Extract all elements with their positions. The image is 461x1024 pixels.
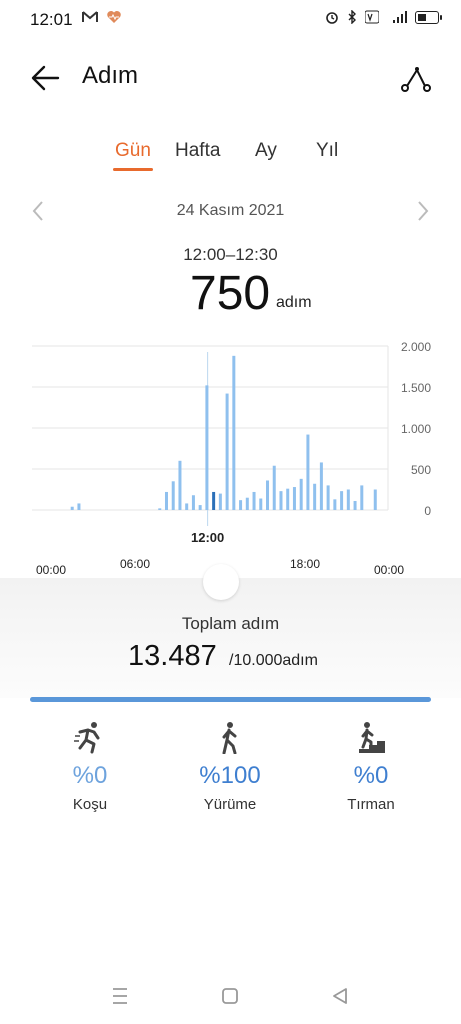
chart-bar[interactable] (245, 497, 249, 510)
page-title: Adım (82, 62, 139, 89)
y-tick-label: 500 (411, 463, 431, 477)
chart-bar[interactable] (353, 500, 357, 510)
date-label: 24 Kasım 2021 (176, 202, 285, 219)
chart-bar[interactable] (292, 487, 296, 510)
running-label: Koşu (72, 796, 108, 813)
chart-bar[interactable] (239, 500, 243, 510)
chart-bar[interactable] (333, 499, 337, 510)
chart-bar[interactable] (191, 495, 195, 510)
steps-bar-chart[interactable]: 2.000 1.500 1.000 500 0 12:00 00:00 06:00 18:00 0… (0, 330, 461, 580)
chart-bar[interactable] (340, 491, 344, 510)
chart-bar[interactable] (158, 508, 162, 510)
selected-time-label: 12:00 (191, 530, 224, 545)
route-icon[interactable] (397, 60, 433, 96)
chart-bar[interactable] (164, 491, 168, 510)
chart-bar[interactable] (272, 465, 276, 510)
chart-bar[interactable] (77, 503, 81, 510)
goal-progress-fill (30, 697, 431, 702)
battery-icon (415, 10, 442, 24)
chart-bar[interactable] (286, 488, 290, 510)
y-tick-label: 0 (424, 504, 431, 518)
status-right-icons (325, 10, 442, 24)
running-percent: %0 (72, 762, 108, 789)
home-square-icon[interactable] (214, 984, 246, 1008)
chart-bar[interactable] (218, 493, 222, 510)
x-tick-label: 18:00 (290, 557, 320, 571)
goal-progress-bar (30, 697, 431, 702)
signal-4g-icon (393, 11, 407, 23)
volte-icon (365, 10, 379, 24)
status-left-icons (82, 10, 122, 24)
chart-bar[interactable] (346, 489, 350, 511)
walking-label: Yürüme (203, 796, 257, 813)
gmail-icon (82, 11, 98, 22)
climbing-label: Tırman (347, 796, 395, 813)
tab-week[interactable]: Hafta (175, 140, 220, 162)
chart-bar[interactable] (360, 485, 364, 510)
period-tabs: Gün Hafta Ay Yıl (0, 134, 461, 174)
timeline-handle[interactable] (203, 564, 239, 600)
chart-bar[interactable] (198, 505, 202, 510)
health-heart-icon (107, 11, 121, 23)
stat-walking: %100 Yürüme (170, 720, 290, 813)
chart-bar[interactable] (266, 480, 270, 510)
stat-climbing: %0 Tırman (311, 720, 431, 813)
walking-icon (222, 722, 237, 754)
status-time: 12:01 (30, 10, 73, 29)
chart-bar[interactable] (306, 434, 310, 510)
tab-year[interactable]: Yıl (316, 140, 338, 162)
x-tick-label: 06:00 (120, 557, 150, 571)
chart-bar[interactable] (313, 483, 317, 510)
selected-steps-value: 750 (190, 267, 271, 320)
chart-bar[interactable] (252, 491, 256, 510)
total-steps-value: 13.487 (128, 640, 217, 672)
chart-bar[interactable] (225, 393, 229, 510)
chart-bar[interactable] (171, 481, 175, 510)
chart-bar[interactable] (205, 385, 209, 510)
y-tick-label: 2.000 (401, 340, 431, 354)
bluetooth-icon (348, 10, 356, 24)
chevron-right-icon[interactable] (415, 200, 431, 222)
climbing-icon (359, 722, 385, 753)
total-steps-label: Toplam adım (181, 614, 280, 633)
chart-bar[interactable] (232, 355, 236, 510)
chart-bar[interactable] (326, 485, 330, 510)
chart-bar[interactable] (279, 491, 283, 510)
climbing-percent: %0 (353, 762, 389, 789)
running-icon (74, 722, 100, 754)
alarm-icon (326, 12, 338, 24)
steps-goal: /10.000adım (229, 652, 318, 669)
stat-running: %0 Koşu (30, 720, 150, 813)
arrow-left-icon[interactable] (28, 60, 64, 96)
y-tick-label: 1.000 (401, 422, 431, 436)
chart-bar[interactable] (185, 503, 189, 510)
chart-bar[interactable] (319, 462, 323, 510)
chart-bar[interactable] (178, 460, 182, 510)
chart-bar[interactable] (212, 491, 216, 510)
chart-bar[interactable] (373, 489, 377, 511)
x-tick-label: 00:00 (36, 563, 66, 577)
chart-bar[interactable] (70, 506, 74, 510)
chart-bar[interactable] (259, 498, 263, 510)
back-triangle-icon[interactable] (324, 984, 356, 1008)
selected-steps-unit: adım (276, 294, 312, 311)
tab-active-indicator (113, 168, 153, 171)
selected-range: 12:00–12:30 (183, 245, 278, 264)
chart-bar[interactable] (299, 478, 303, 510)
tab-month[interactable]: Ay (255, 140, 277, 162)
walking-percent: %100 (199, 762, 261, 789)
x-tick-label: 00:00 (374, 563, 404, 577)
tab-day[interactable]: Gün (115, 140, 151, 162)
menu-icon[interactable] (104, 984, 136, 1008)
y-tick-label: 1.500 (401, 381, 431, 395)
